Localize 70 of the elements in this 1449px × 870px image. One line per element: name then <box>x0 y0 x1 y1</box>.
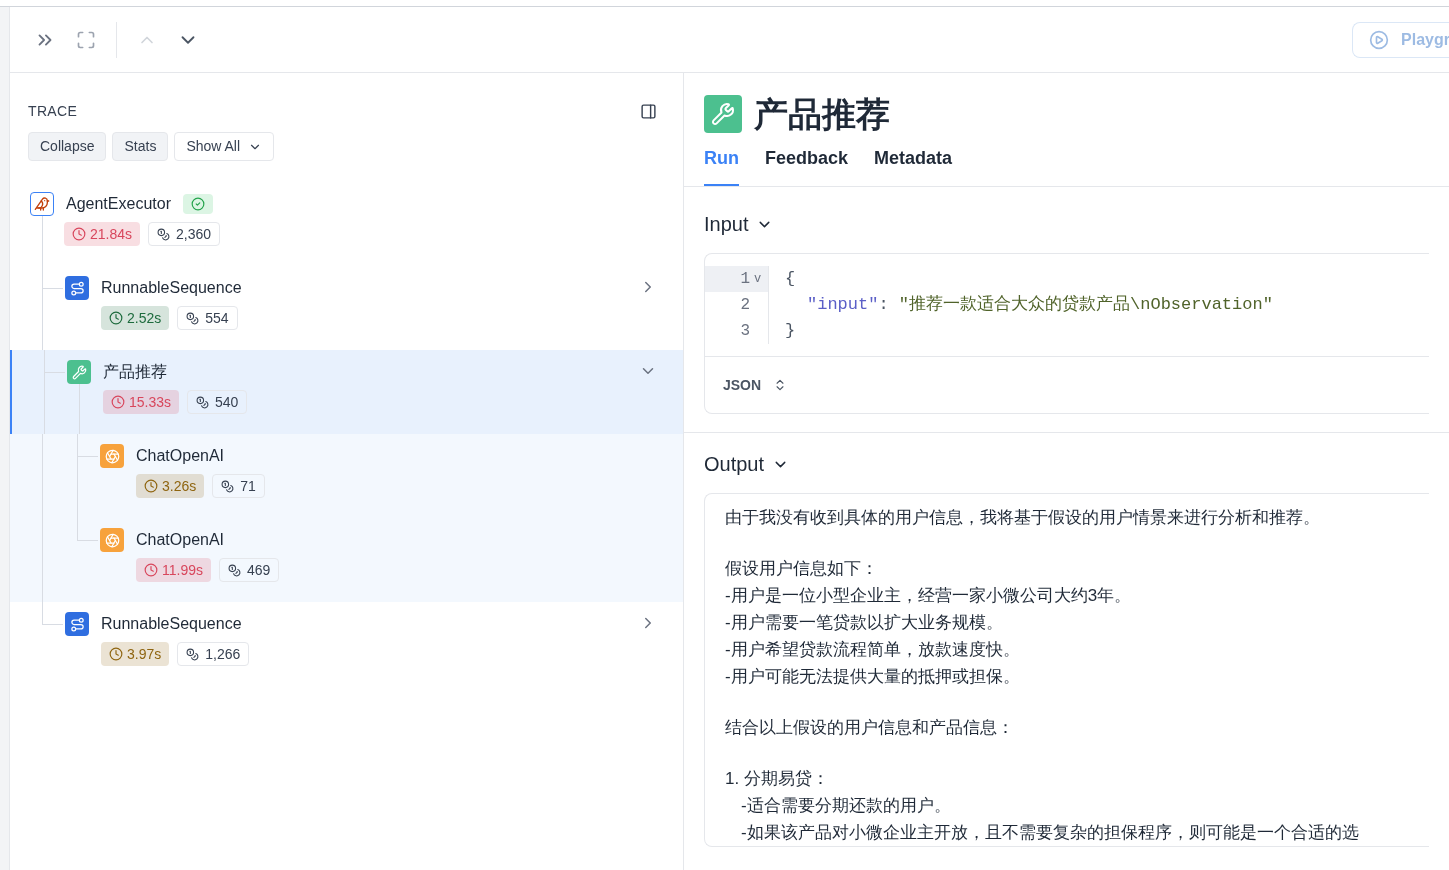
run-name: RunnableSequence <box>101 278 242 298</box>
coins-icon <box>228 563 241 577</box>
wrench-icon <box>704 95 742 133</box>
latency-badge: 15.33s <box>103 390 180 414</box>
line-number: 3 <box>740 321 750 342</box>
coins-icon <box>186 647 200 661</box>
route-icon <box>65 276 89 300</box>
latency-badge: 3.26s <box>136 474 205 498</box>
coins-icon <box>186 311 200 325</box>
output-text: 假设用户信息如下： <box>725 558 879 580</box>
token-badge: 71 <box>212 474 265 498</box>
latency-badge: 21.84s <box>64 222 141 246</box>
token-badge: 469 <box>219 558 280 582</box>
output-text: -用户希望贷款流程简单，放款速度快。 <box>725 639 1021 661</box>
bird-icon <box>30 192 54 216</box>
output-text: -用户可能无法提供大量的抵押或担保。 <box>725 666 1021 688</box>
trace-button[interactable]: Collapse <box>28 132 107 161</box>
output-text: 1. 分期易贷： <box>725 768 830 790</box>
run-name: RunnableSequence <box>101 614 242 634</box>
clock-icon <box>111 395 125 409</box>
trace-row[interactable]: ChatOpenAI 11.99s 469 <box>10 518 683 602</box>
clock-icon <box>144 479 158 493</box>
trace-button[interactable]: Stats <box>112 132 169 161</box>
run-name: AgentExecutor <box>66 194 171 214</box>
run-name: ChatOpenAI <box>136 446 225 466</box>
output-text: -适合需要分期还款的用户。 <box>740 795 952 817</box>
tab[interactable]: Metadata <box>874 145 953 186</box>
clock-icon <box>109 647 123 661</box>
filter-dropdown[interactable]: Show All <box>174 132 275 161</box>
aperture-icon <box>100 528 124 552</box>
run-name: ChatOpenAI <box>136 530 225 550</box>
fold-marker[interactable]: v <box>754 270 764 288</box>
aperture-icon <box>100 444 124 468</box>
play-icon <box>1369 29 1390 50</box>
code-line: } <box>785 320 797 343</box>
coins-icon <box>157 227 171 241</box>
output-text: -用户是一位小型企业主，经营一家小微公司大约3年。 <box>725 585 1133 607</box>
tab[interactable]: Feedback <box>765 145 849 186</box>
line-number: 1 <box>740 269 750 290</box>
clock-icon <box>144 563 158 577</box>
output-text: 由于我没有收到具体的用户信息，我将基于假设的用户情景来进行分析和推荐。 <box>725 507 1321 529</box>
clock-icon <box>72 227 86 241</box>
latency-badge: 3.97s <box>101 642 170 666</box>
route-icon <box>65 612 89 636</box>
trace-row[interactable]: 产品推荐 15.33s 540 <box>10 350 683 434</box>
panel-toggle-icon[interactable] <box>640 103 657 120</box>
output-text: 结合以上假设的用户信息和产品信息： <box>725 717 1015 739</box>
format-select[interactable]: JSON <box>723 374 788 396</box>
token-badge: 540 <box>187 390 248 414</box>
trace-title: TRACE <box>28 102 78 121</box>
code-line: "input": "推荐一款适合大众的贷款产品\nObservation" <box>806 294 1273 317</box>
run-name: 产品推荐 <box>103 362 167 382</box>
clock-icon <box>109 311 123 325</box>
token-badge: 554 <box>177 306 238 330</box>
wrench-icon <box>67 360 91 384</box>
token-badge: 2,360 <box>148 222 221 246</box>
tab[interactable]: Run <box>704 145 739 186</box>
run-title: 产品推荐 <box>754 97 890 131</box>
trace-row[interactable]: ChatOpenAI 3.26s 71 <box>10 434 683 518</box>
output-text: -用户需要一笔贷款以扩大业务规模。 <box>725 612 1004 634</box>
token-badge: 1,266 <box>177 642 250 666</box>
output-heading[interactable]: Output <box>704 449 790 479</box>
input-heading[interactable]: Input <box>704 209 774 239</box>
output-text: -如果该产品对小微企业主开放，且不需要复杂的担保程序，则可能是一个合适的选 <box>740 822 1360 844</box>
code-line: { <box>785 268 797 291</box>
latency-badge: 2.52s <box>101 306 170 330</box>
line-number: 2 <box>740 295 750 316</box>
latency-badge: 11.99s <box>136 558 211 582</box>
coins-icon <box>196 395 210 409</box>
coins-icon <box>221 479 235 493</box>
